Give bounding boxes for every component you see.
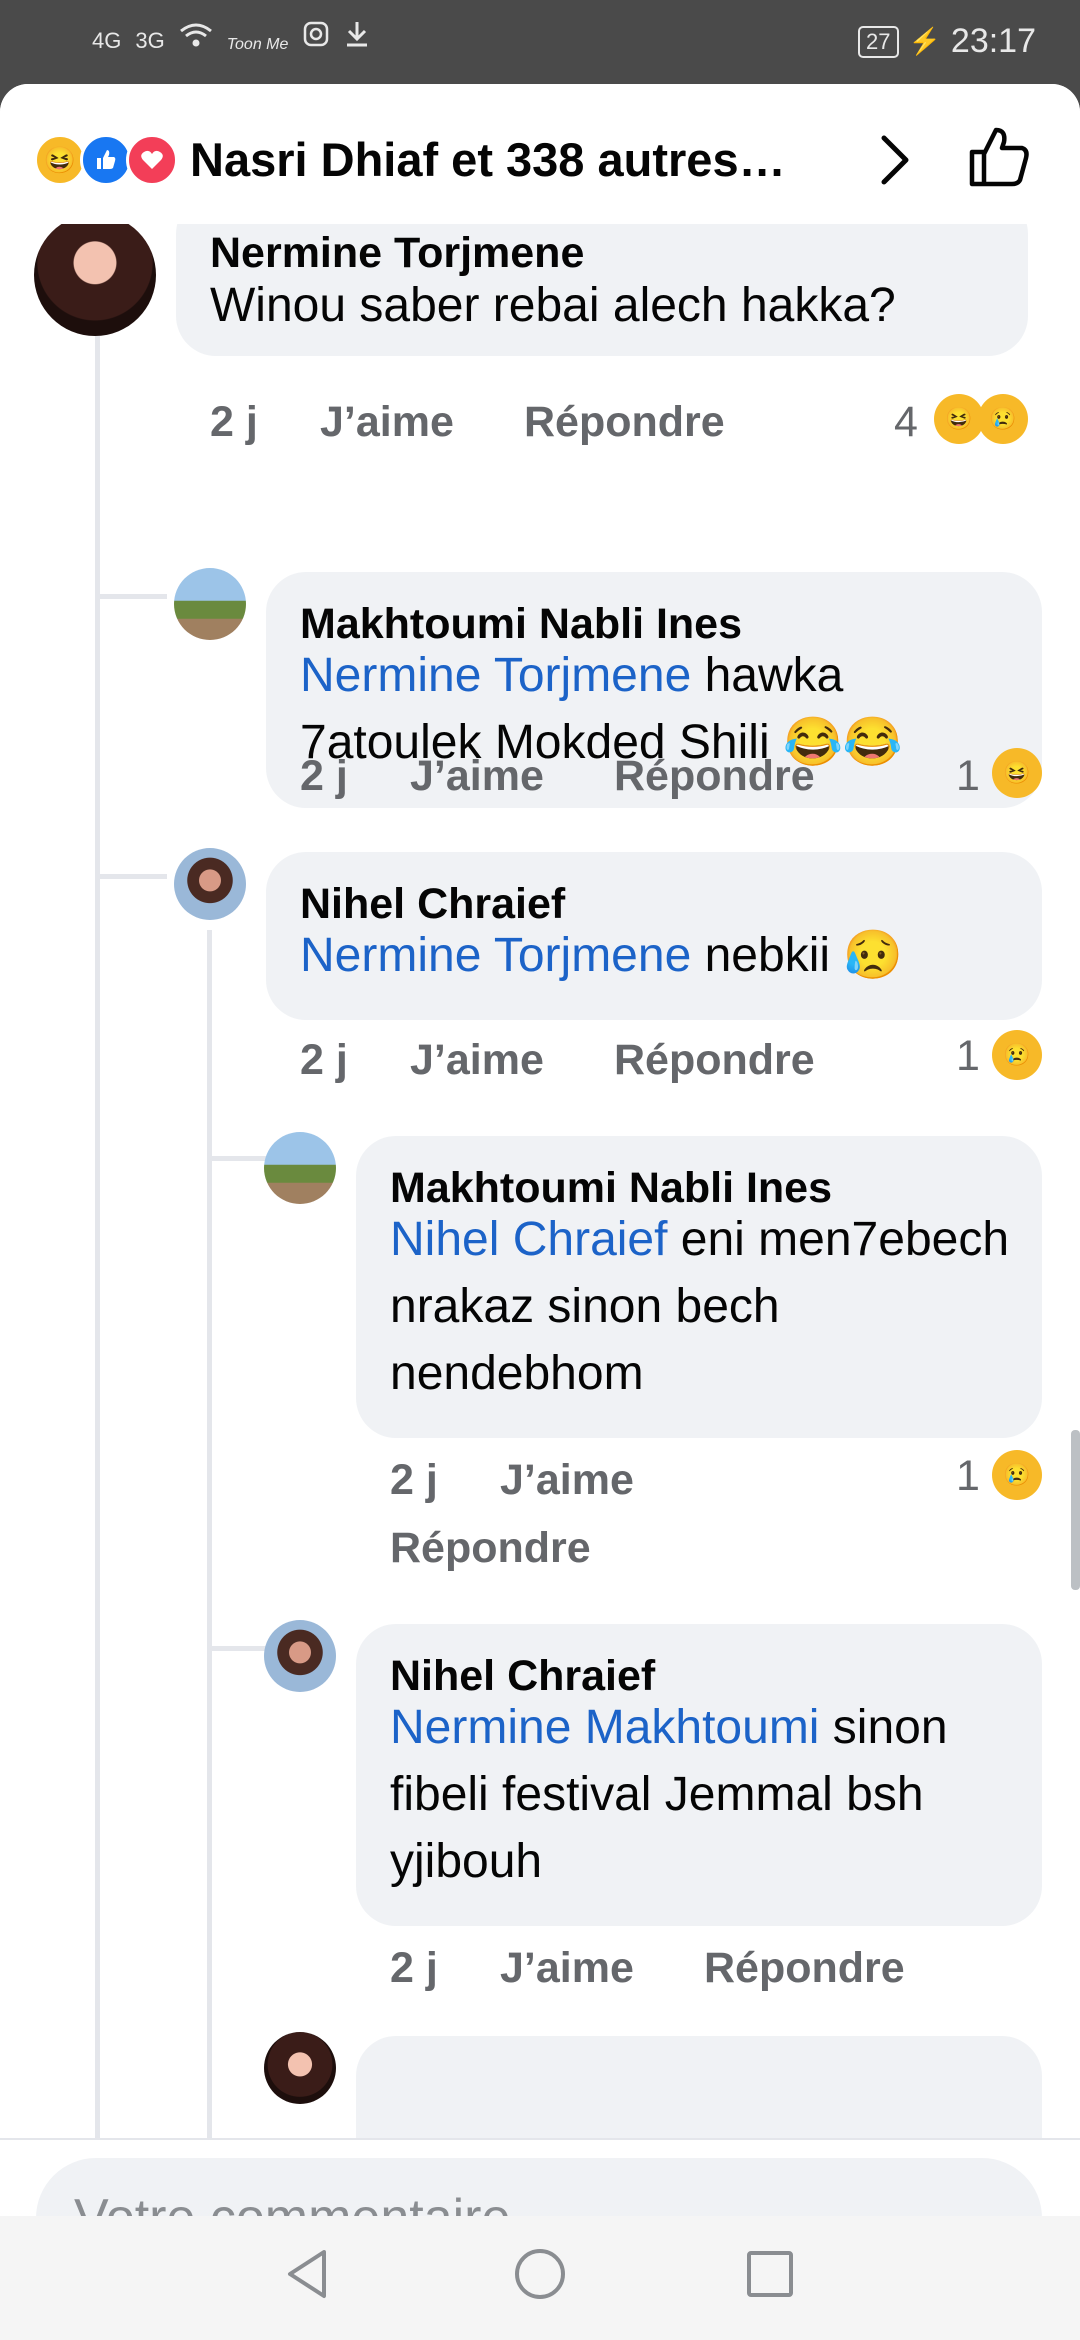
sad-reaction-icon: 😢 bbox=[992, 1450, 1042, 1500]
comment-time[interactable]: 2 j bbox=[300, 1036, 348, 1085]
comment-text: Nermine Makhtoumi sinon fibeli festival … bbox=[390, 1701, 948, 1888]
reaction-count[interactable]: 1 bbox=[956, 752, 980, 801]
thread-connector bbox=[95, 594, 167, 599]
comment-time[interactable]: 2 j bbox=[300, 752, 348, 801]
comment-author[interactable]: Nermine Torjmene bbox=[210, 229, 584, 278]
love-reaction-icon bbox=[126, 134, 178, 186]
like-reaction-icon bbox=[80, 134, 132, 186]
recents-icon[interactable] bbox=[744, 2246, 796, 2307]
like-comment-button[interactable]: J’aime bbox=[410, 752, 544, 801]
comment-text: Nermine Torjmene nebkii 😥 bbox=[300, 929, 904, 982]
reaction-count[interactable]: 1 bbox=[956, 1032, 980, 1081]
reply-button[interactable]: Répondre bbox=[704, 1944, 905, 1993]
haha-reaction-icon: 😆 bbox=[934, 394, 984, 444]
reply-button[interactable]: Répondre bbox=[614, 752, 815, 801]
comment-bubble[interactable] bbox=[356, 2036, 1042, 2139]
system-nav-bar bbox=[0, 2216, 1080, 2340]
home-icon[interactable] bbox=[512, 2246, 568, 2307]
reactions-summary-text[interactable]: Nasri Dhiaf et 338 autres… bbox=[190, 132, 786, 187]
like-comment-button[interactable]: J’aime bbox=[500, 1944, 634, 1993]
mention-link[interactable]: Nermine Torjmene bbox=[300, 649, 691, 702]
thread-connector bbox=[207, 1156, 267, 1161]
status-icons: 4G 3G Toon Me bbox=[92, 20, 370, 54]
chevron-right-icon[interactable] bbox=[872, 130, 916, 195]
back-icon[interactable] bbox=[282, 2246, 332, 2307]
battery-icon: 27 bbox=[858, 25, 899, 58]
comment-time[interactable]: 2 j bbox=[210, 398, 258, 447]
thread-line-main bbox=[95, 336, 100, 2139]
thread-connector bbox=[95, 874, 167, 879]
comment-time[interactable]: 2 j bbox=[390, 1456, 438, 1505]
status-right: 27 ⚡ 23:17 bbox=[858, 22, 1036, 61]
comments-sheet: 😆 Nasri Dhiaf et 338 autres… Nermine Tor… bbox=[0, 84, 1080, 2340]
signal-3g-icon: 3G bbox=[135, 28, 165, 53]
reply-button[interactable]: Répondre bbox=[390, 1524, 591, 1573]
thread-line-nested bbox=[207, 930, 212, 2139]
instagram-icon bbox=[302, 20, 330, 54]
like-comment-button[interactable]: J’aime bbox=[320, 398, 454, 447]
charging-icon: ⚡ bbox=[908, 26, 941, 56]
thread-connector bbox=[207, 1646, 267, 1651]
toon-me-icon: Toon Me bbox=[226, 36, 289, 53]
like-comment-button[interactable]: J’aime bbox=[500, 1456, 634, 1505]
like-button[interactable] bbox=[966, 124, 1032, 195]
comment-text: Winou saber rebai alech hakka? bbox=[210, 279, 896, 332]
avatar[interactable] bbox=[264, 1620, 336, 1692]
sad-reaction-icon: 😢 bbox=[992, 1030, 1042, 1080]
avatar[interactable] bbox=[264, 1132, 336, 1204]
avatar[interactable] bbox=[34, 224, 156, 336]
download-icon bbox=[344, 20, 370, 54]
haha-reaction-icon: 😆 bbox=[34, 134, 86, 186]
thumbs-up-icon bbox=[969, 127, 1029, 187]
comment-text: Nihel Chraief eni men7ebech nrakaz sinon… bbox=[390, 1213, 1010, 1400]
like-comment-button[interactable]: J’aime bbox=[410, 1036, 544, 1085]
avatar[interactable] bbox=[174, 568, 246, 640]
scrollbar[interactable] bbox=[1071, 1430, 1080, 1590]
mention-link[interactable]: Nermine Makhtoumi bbox=[390, 1701, 819, 1754]
reaction-count[interactable]: 4 bbox=[894, 398, 918, 447]
signal-4g-icon: 4G bbox=[92, 28, 122, 53]
avatar[interactable] bbox=[264, 2032, 336, 2104]
reply-button[interactable]: Répondre bbox=[524, 398, 725, 447]
clock: 23:17 bbox=[950, 22, 1036, 60]
haha-reaction-icon: 😆 bbox=[992, 748, 1042, 798]
sad-reaction-icon: 😢 bbox=[978, 394, 1028, 444]
comment-time[interactable]: 2 j bbox=[390, 1944, 438, 1993]
mention-link[interactable]: Nihel Chraief bbox=[390, 1213, 667, 1266]
status-bar: 4G 3G Toon Me 27 ⚡ 23:17 bbox=[0, 0, 1080, 84]
reaction-summary: 😆 bbox=[34, 134, 178, 186]
avatar[interactable] bbox=[174, 848, 246, 920]
reaction-count[interactable]: 1 bbox=[956, 1452, 980, 1501]
mention-link[interactable]: Nermine Torjmene bbox=[300, 929, 691, 982]
wifi-icon bbox=[179, 22, 213, 54]
reactions-header[interactable]: 😆 Nasri Dhiaf et 338 autres… bbox=[0, 84, 1080, 224]
comment-thread[interactable]: Nermine Torjmene Winou saber rebai alech… bbox=[0, 224, 1080, 2139]
reply-button[interactable]: Répondre bbox=[614, 1036, 815, 1085]
